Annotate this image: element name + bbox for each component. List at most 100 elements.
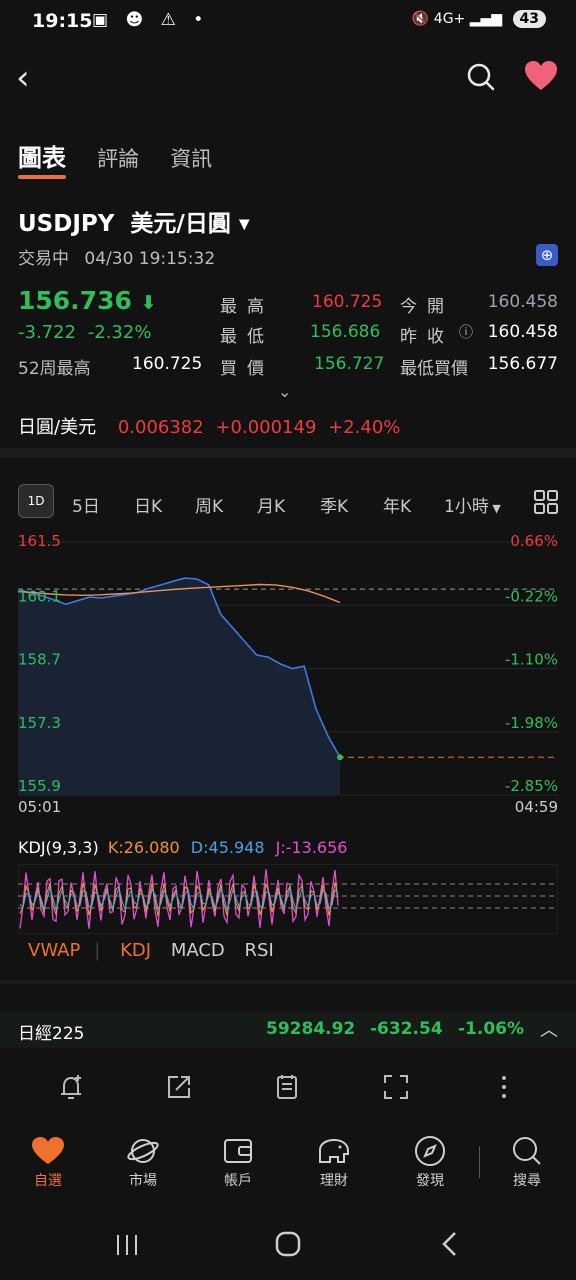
trade-status-line: 交易中 04/30 19:15:32 — [18, 244, 215, 269]
nav-search[interactable]: 搜尋 — [492, 1132, 562, 1190]
period-weekly-k[interactable]: 周K — [195, 492, 223, 517]
action-toolbar — [0, 1066, 576, 1110]
more-icon[interactable] — [489, 1072, 519, 1102]
indicator-kdj[interactable]: KDJ — [120, 940, 151, 961]
tab-comments[interactable]: 評論 — [97, 143, 139, 173]
nav-discover[interactable]: 發現 — [395, 1132, 465, 1190]
kdj-j-line — [19, 869, 339, 929]
nav-search-label: 搜尋 — [513, 1173, 541, 1189]
y-axis-label: 158.7 — [18, 651, 61, 669]
symbol-header[interactable]: USDJPY 美元/日圓 ▼ — [18, 204, 250, 238]
heart-icon — [32, 1137, 64, 1164]
tab-chart[interactable]: 圖表 — [18, 138, 66, 179]
y-axis-label: 160.1 — [18, 587, 61, 605]
nav-account-label: 帳戶 — [224, 1173, 252, 1189]
ticker-value: 59284.92 — [266, 1019, 356, 1039]
signal-icon: ▂▄▆ — [469, 11, 503, 27]
content-tabs: 圖表 評論 資訊 — [18, 138, 238, 179]
nav-watchlist-label: 自選 — [34, 1173, 62, 1189]
bid-value: 156.727 — [314, 354, 385, 374]
chevron-up-icon[interactable]: ︿ — [540, 1016, 558, 1042]
open-value: 160.458 — [487, 292, 558, 312]
period-monthly-k[interactable]: 月K — [257, 492, 285, 517]
kdj-header: KDJ(9,3,3) K:26.080 D:45.948 J:-13.656 — [18, 838, 347, 857]
network-label: 4G+ — [433, 11, 466, 27]
kdj-j-value: J:-13.656 — [275, 838, 348, 857]
low-value: 156.686 — [310, 322, 381, 342]
period-yearly-k[interactable]: 年K — [383, 492, 411, 517]
pct-axis-label: -1.10% — [505, 651, 558, 669]
kdj-d-value: D:45.948 — [190, 838, 265, 857]
prev-close-label: 昨收 — [400, 327, 454, 347]
last-price: 156.736 ⬇ — [18, 286, 157, 315]
y-axis-label: 161.5 — [18, 532, 61, 550]
index-ticker[interactable]: 日經225 59284.92 -632.54 -1.06% ︿ — [0, 1012, 576, 1048]
cross-rate-change: +0.000149 — [215, 417, 317, 438]
period-selector: 1D 5日 日K 周K 月K 季K 年K 1小時 ▼ — [18, 484, 558, 520]
change-percent: -2.32% — [87, 322, 152, 343]
nav-wealth-label: 理財 — [320, 1173, 348, 1189]
trade-status: 交易中 — [18, 249, 69, 269]
kdj-chart[interactable] — [18, 864, 558, 934]
section-divider — [0, 448, 576, 458]
pct-axis-label: -1.98% — [505, 714, 558, 732]
pct-axis-label: 0.66% — [510, 532, 558, 550]
period-5d[interactable]: 5日 — [72, 492, 100, 517]
wallet-icon — [224, 1139, 252, 1163]
nav-watchlist[interactable]: 自選 — [13, 1132, 83, 1190]
price-chart[interactable]: 161.5 160.1 158.7 157.3 155.9 0.66% -0.22% -1.1… — [0, 530, 576, 820]
indicator-vwap[interactable]: VWAP — [28, 940, 80, 961]
clock: 19:15 — [32, 10, 93, 32]
interval-label: 1小時 — [444, 497, 489, 517]
alarm-icon[interactable] — [56, 1072, 86, 1102]
price-value: 156.736 — [18, 286, 132, 315]
ticker-change-pct: -1.06% — [458, 1019, 525, 1039]
week52-label: 52周最高 — [18, 359, 91, 379]
period-quarterly-k[interactable]: 季K — [320, 492, 348, 517]
period-daily-k[interactable]: 日K — [134, 492, 162, 517]
low-bid-label: 最低買價 — [400, 359, 468, 379]
planet-icon — [127, 1139, 159, 1163]
indicator-rsi[interactable]: RSI — [245, 940, 274, 961]
fullscreen-icon[interactable] — [381, 1072, 411, 1102]
layout-grid-icon[interactable] — [534, 490, 558, 514]
info-icon[interactable]: ⓘ — [459, 322, 473, 342]
notes-icon[interactable] — [272, 1072, 302, 1102]
search-icon — [513, 1137, 541, 1165]
nav-account[interactable]: 帳戶 — [203, 1132, 273, 1190]
pct-axis-label: -2.85% — [505, 777, 558, 795]
symbol-code: USDJPY — [18, 211, 115, 237]
recent-apps-icon[interactable] — [114, 1232, 140, 1258]
back-button[interactable]: ‹ — [16, 58, 30, 98]
section-divider — [0, 980, 576, 984]
caret-down-icon: ▼ — [238, 216, 250, 233]
favorite-heart-icon[interactable] — [524, 60, 558, 92]
notification-icons: ▣ ☻ ⚠ • — [92, 10, 210, 30]
back-nav-icon[interactable] — [438, 1230, 462, 1258]
pct-axis-label: -0.22% — [505, 587, 558, 605]
status-bar: 19:15 ▣ ☻ ⚠ • 🔇 4G+ ▂▄▆ 43 — [0, 0, 576, 44]
down-arrow-icon: ⬇ — [140, 292, 157, 314]
interval-dropdown[interactable]: 1小時 ▼ — [444, 492, 501, 517]
nav-market[interactable]: 市場 — [108, 1132, 178, 1190]
battery-level: 43 — [512, 10, 546, 28]
globe-icon[interactable]: ⊕ — [536, 244, 558, 266]
tab-news[interactable]: 資訊 — [170, 143, 212, 173]
price-change: -3.722 -2.32% — [18, 322, 151, 343]
system-navigation — [0, 1222, 576, 1280]
period-1d-button[interactable]: 1D — [18, 484, 54, 518]
share-icon[interactable] — [164, 1072, 194, 1102]
home-icon[interactable] — [274, 1230, 302, 1258]
expand-chevron-icon[interactable]: ⌄ — [278, 382, 291, 401]
kdj-label: KDJ(9,3,3) — [18, 838, 99, 857]
cross-rate-change-pct: +2.40% — [328, 417, 401, 438]
search-icon[interactable] — [466, 62, 496, 92]
kdj-k-value: K:26.080 — [107, 838, 180, 857]
bottom-navigation: 自選 市場 帳戶 理財 發現 搜尋 — [0, 1132, 576, 1202]
indicator-macd[interactable]: MACD — [171, 940, 225, 961]
system-icons: 🔇 4G+ ▂▄▆ 43 — [412, 10, 546, 28]
nav-discover-label: 發現 — [416, 1173, 444, 1189]
cross-rate-label: 日圓/美元 — [18, 417, 97, 438]
nav-wealth[interactable]: 理財 — [299, 1132, 369, 1190]
compass-icon — [415, 1136, 445, 1166]
